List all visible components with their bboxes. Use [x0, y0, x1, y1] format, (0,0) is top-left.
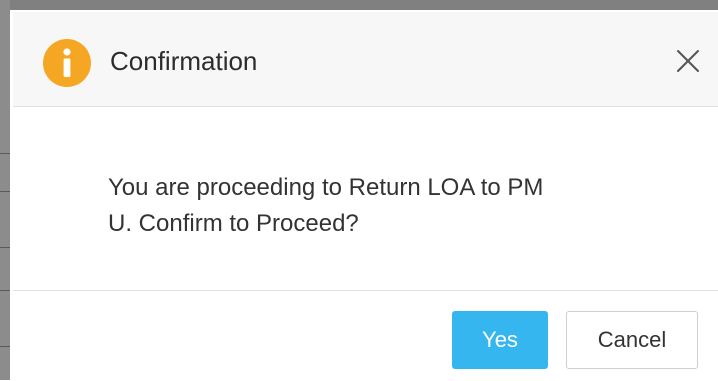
dialog-body: You are proceeding to Return LOA to PM U… [13, 107, 718, 289]
dialog-header: Confirmation [13, 12, 718, 107]
message-line: You are proceeding to Return LOA to PM [108, 174, 544, 201]
confirmation-message: You are proceeding to Return LOA to PM U… [108, 170, 648, 242]
backdrop-divider [0, 191, 10, 192]
info-icon [43, 39, 91, 87]
backdrop-divider [0, 153, 10, 154]
backdrop-overlay-top [0, 0, 718, 10]
dialog-title: Confirmation [110, 46, 258, 76]
backdrop-divider [0, 290, 10, 291]
cancel-button[interactable]: Cancel [566, 311, 698, 369]
backdrop-divider [0, 247, 10, 248]
backdrop-overlay-left [0, 0, 10, 380]
yes-button[interactable]: Yes [452, 311, 548, 369]
close-icon [677, 50, 699, 72]
backdrop-divider [0, 346, 10, 347]
confirmation-dialog: Confirmation You are proceeding to Retur… [13, 12, 718, 380]
dialog-footer: Yes Cancel [13, 290, 718, 381]
message-line: U. Confirm to Proceed? [108, 210, 359, 237]
close-button[interactable] [673, 46, 703, 76]
